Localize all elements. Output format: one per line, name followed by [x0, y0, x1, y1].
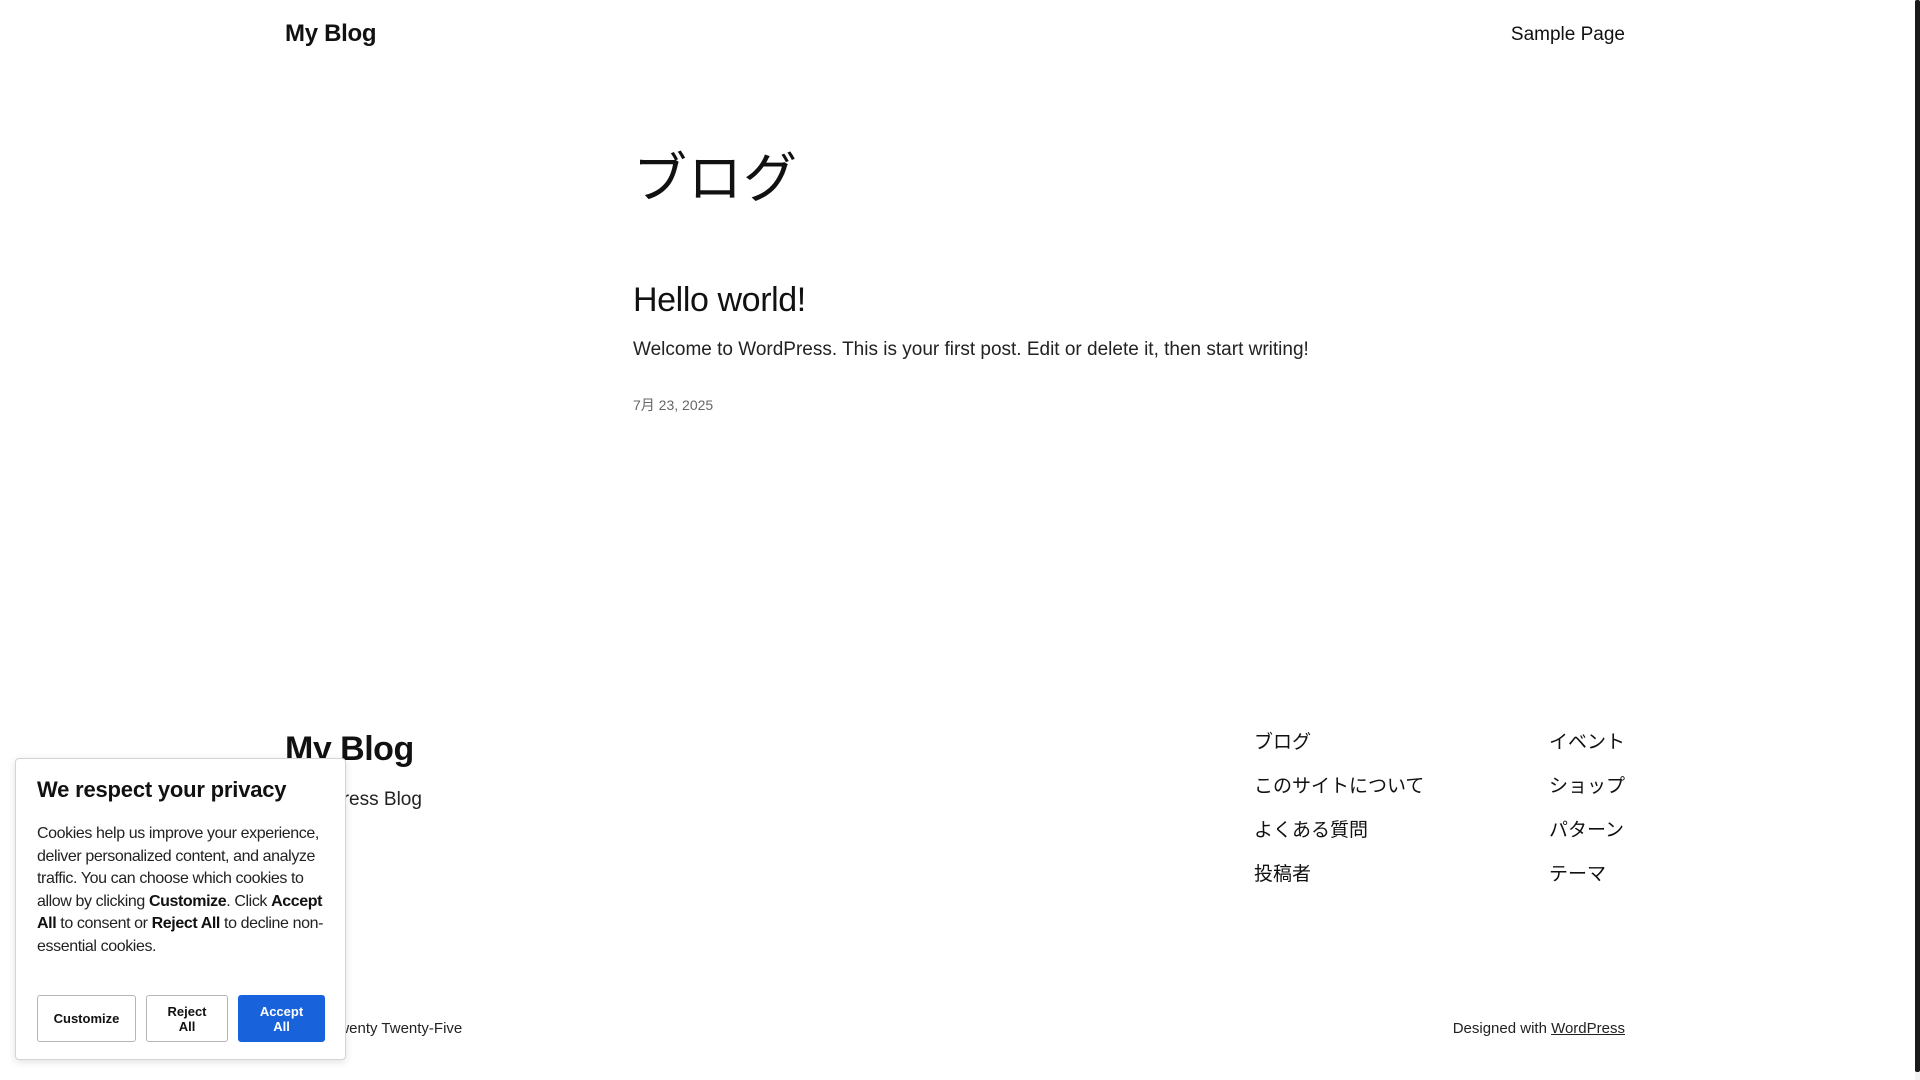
cookie-text-part: . Click — [226, 892, 272, 910]
site-title-link[interactable]: My Blog — [285, 20, 377, 48]
footer-theme-credit: Twenty Twenty-Five — [330, 1020, 463, 1037]
cookie-banner-buttons: Customize Reject All Accept All — [37, 995, 325, 1042]
cookie-banner-title: We respect your privacy — [37, 777, 287, 802]
cookie-consent-banner: We respect your privacy Cookies help us … — [15, 758, 346, 1060]
footer-nav-patterns[interactable]: パターン — [1549, 818, 1624, 843]
footer-nav-blog[interactable]: ブログ — [1254, 730, 1424, 755]
footer-nav-column-2: イベント ショップ パターン テーマ — [1549, 730, 1625, 887]
post-excerpt: Welcome to WordPress. This is your first… — [633, 339, 1309, 360]
post-date[interactable]: 7月 23, 2025 — [633, 395, 713, 415]
footer-nav-faq[interactable]: よくある質問 — [1254, 818, 1424, 843]
designed-with-text: Designed with — [1452, 1020, 1547, 1037]
cookie-text-part: to consent or — [56, 915, 152, 932]
cookie-reject-all-button[interactable]: Reject All — [146, 995, 228, 1042]
footer-nav-themes[interactable]: テーマ — [1549, 862, 1606, 887]
footer-nav-column-1: ブログ このサイトについて よくある質問 投稿者 — [1254, 730, 1424, 887]
footer-designed-with: Designed with WordPress — [1453, 1020, 1625, 1037]
cookie-accept-all-button[interactable]: Accept All — [238, 995, 325, 1042]
cookie-banner-description: Cookies help us improve your experience,… — [37, 823, 325, 958]
cookie-text-bold-customize: Customize — [148, 892, 227, 910]
archive-title: ブログ — [633, 149, 798, 209]
page-scrollbar[interactable] — [1915, 0, 1920, 1080]
nav-sample-page-link[interactable]: Sample Page — [1511, 24, 1625, 46]
footer-nav-authors[interactable]: 投稿者 — [1254, 862, 1424, 887]
footer-nav-shop[interactable]: ショップ — [1549, 774, 1625, 799]
wordpress-link[interactable]: WordPress — [1551, 1020, 1625, 1037]
page: My Blog Sample Page ブログ Hello world! Wel… — [0, 0, 1920, 1080]
cookie-text-bold-reject: Reject All — [151, 915, 221, 932]
footer-nav-events[interactable]: イベント — [1549, 730, 1625, 755]
post-title-link[interactable]: Hello world! — [633, 281, 806, 320]
footer-nav-about[interactable]: このサイトについて — [1254, 774, 1424, 799]
cookie-customize-button[interactable]: Customize — [37, 995, 136, 1042]
scrollbar-thumb[interactable] — [1915, 0, 1920, 1072]
